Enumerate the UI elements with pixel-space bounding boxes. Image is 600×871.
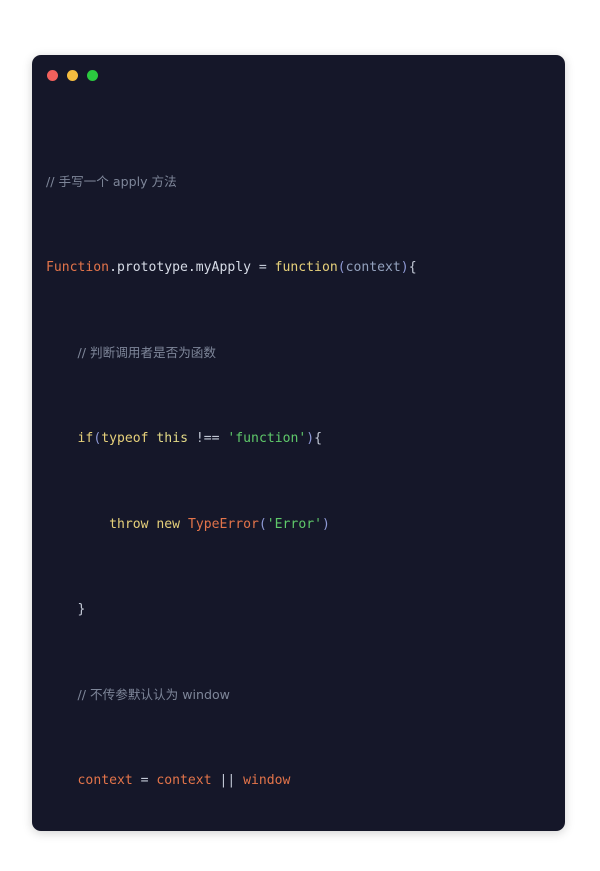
brace-token: { <box>408 260 417 276</box>
brace-token: } <box>77 601 86 617</box>
string-token: 'function' <box>227 431 307 447</box>
paren-token: ) <box>321 516 330 532</box>
variable-token: context <box>156 773 212 789</box>
comment-token: // 手写一个 apply 方法 <box>46 173 177 189</box>
code-line: // 手写一个 apply 方法 <box>46 171 565 193</box>
property-token: .prototype.myApply <box>109 260 251 276</box>
parameter-token: context <box>345 260 401 276</box>
maximize-icon[interactable] <box>87 69 98 81</box>
variable-token: window <box>243 773 291 789</box>
code-line: } <box>46 599 565 620</box>
comment-token: // 判断调用者是否为函数 <box>77 345 216 361</box>
code-line: context = context || window <box>46 770 565 791</box>
code-line: throw new TypeError('Error') <box>46 514 565 535</box>
brace-token: { <box>314 431 323 447</box>
minimize-icon[interactable] <box>67 69 78 81</box>
page-root: // 手写一个 apply 方法 Function.prototype.myAp… <box>0 0 600 871</box>
keyword-token: typeof <box>101 431 149 447</box>
comment-token: // 不传参默认认为 window <box>77 687 230 703</box>
paren-token: ) <box>400 260 409 276</box>
class-token: TypeError <box>187 516 259 532</box>
code-line: // 判断调用者是否为函数 <box>46 342 565 364</box>
keyword-token: throw <box>109 516 149 532</box>
operator-token: !== <box>195 431 220 447</box>
this-token: this <box>156 431 188 447</box>
close-icon[interactable] <box>47 69 58 81</box>
class-token: Function <box>46 260 110 276</box>
code-line: // 不传参默认认为 window <box>46 684 565 706</box>
code-line: if(typeof this !== 'function'){ <box>46 428 565 449</box>
variable-token: context <box>77 773 133 789</box>
operator-token: || <box>219 773 236 789</box>
paren-token: ( <box>337 260 346 276</box>
keyword-token: new <box>156 516 181 532</box>
operator-token: = <box>132 773 157 789</box>
code-window-card: // 手写一个 apply 方法 Function.prototype.myAp… <box>32 55 565 831</box>
paren-token: ( <box>258 516 267 532</box>
paren-token: ) <box>306 431 315 447</box>
keyword-token: if <box>77 431 94 447</box>
keyword-token: function <box>274 260 338 276</box>
window-titlebar <box>32 55 565 95</box>
operator-token: = <box>250 260 275 276</box>
string-token: 'Error' <box>266 516 322 532</box>
code-line: Function.prototype.myApply = function(co… <box>46 257 565 278</box>
code-content[interactable]: // 手写一个 apply 方法 Function.prototype.myAp… <box>32 95 565 831</box>
